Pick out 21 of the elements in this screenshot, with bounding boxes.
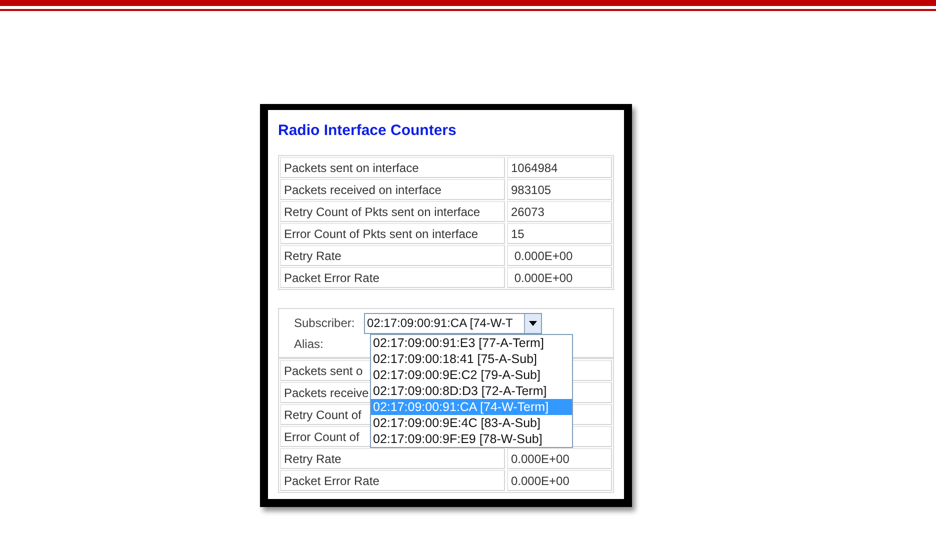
table-cell: 0.000E+00	[507, 448, 612, 469]
table-cell: Error Count of Pkts sent on interface	[280, 223, 505, 244]
table-cell: 26073	[507, 201, 612, 222]
table-cell: 0.000E+00	[507, 470, 612, 491]
table-cell: Retry Rate	[280, 245, 505, 266]
table-cell: Packet Error Rate	[280, 470, 505, 491]
subscriber-select[interactable]: 02:17:09:00:91:CA [74-W-T	[364, 312, 542, 334]
table-cell: Packets received on interface	[280, 179, 505, 200]
subscriber-label: Subscriber:	[294, 316, 356, 330]
table-cell: Packets sent on interface	[280, 157, 505, 178]
table-cell: 15	[507, 223, 612, 244]
table-cell: Retry Rate	[280, 448, 505, 469]
panel-title: Radio Interface Counters	[278, 122, 458, 139]
alias-label: Alias:	[294, 337, 324, 351]
dropdown-caret-icon[interactable]	[524, 314, 541, 332]
table-cell: Retry Count of Pkts sent on interface	[280, 201, 505, 222]
table-cell: 983105	[507, 179, 612, 200]
table-cell: 0.000E+00	[507, 267, 612, 288]
table-cell: 0.000E+00	[507, 245, 612, 266]
table-cell: Packet Error Rate	[280, 267, 505, 288]
table-cell: 1064984	[507, 157, 612, 178]
